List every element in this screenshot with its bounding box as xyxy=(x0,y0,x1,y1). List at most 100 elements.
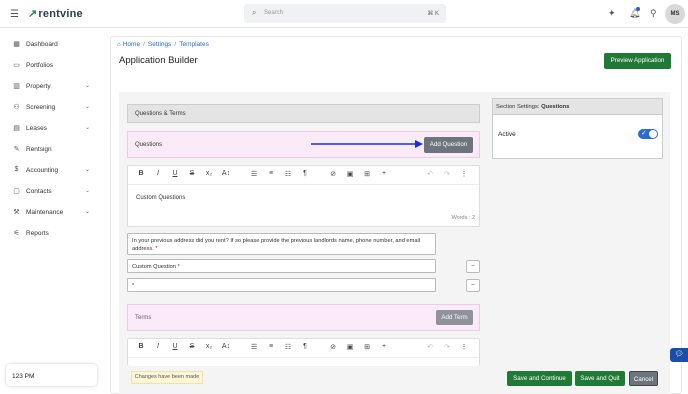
subscript-icon[interactable]: x₂ xyxy=(204,170,214,177)
chevron-down-icon: ⌄ xyxy=(84,209,90,215)
section-settings-heading: Section Settings: Questions xyxy=(493,99,662,115)
search-box[interactable]: ⌕ Search ⌘ K xyxy=(244,4,446,23)
breadcrumb-settings[interactable]: Settings xyxy=(148,41,172,48)
save-and-quit-button[interactable]: Save and Quit xyxy=(575,371,625,386)
search-icon: ⌕ xyxy=(252,8,257,17)
folder-icon: ▭ xyxy=(13,62,20,69)
logo-mark-icon: ↗ xyxy=(28,8,38,20)
user-switch-icon[interactable]: ⚲ xyxy=(650,8,657,19)
strikethrough-icon[interactable]: S xyxy=(187,343,197,350)
list-icon[interactable]: ☷ xyxy=(283,170,293,178)
bold-icon[interactable]: B xyxy=(136,170,146,177)
avatar[interactable]: MS xyxy=(665,4,685,24)
align-left-icon[interactable]: ☰ xyxy=(249,343,259,351)
remove-question-button[interactable]: – xyxy=(466,260,480,273)
active-toggle[interactable]: ✓ xyxy=(638,129,658,139)
cancel-button[interactable]: Cancel xyxy=(629,371,658,386)
table-icon[interactable]: ⊞ xyxy=(362,170,372,178)
question-prompt-field[interactable]: In your previous address did you rent? I… xyxy=(127,233,436,255)
editor-content[interactable]: Custom Questions xyxy=(136,195,185,201)
breadcrumb-templates[interactable]: Templates xyxy=(179,41,209,48)
editor-toolbar: B I U S x₂ A↕ ☰ ≡ ☷ ¶ ⊘ ▣ ⊞ + ↶ ↷ ⋮ xyxy=(128,339,479,358)
chevron-down-icon: ⌄ xyxy=(84,167,90,173)
check-icon: ✓ xyxy=(641,130,647,137)
list-icon[interactable]: ☷ xyxy=(283,343,293,351)
lease-icon: ▤ xyxy=(13,125,20,132)
section-header[interactable]: Questions & Terms xyxy=(127,104,480,123)
add-question-button[interactable]: Add Question xyxy=(424,137,473,153)
insert-icon[interactable]: + xyxy=(379,170,389,177)
italic-icon[interactable]: I xyxy=(153,170,163,177)
terms-label: Terms xyxy=(135,315,152,321)
align-center-icon[interactable]: ≡ xyxy=(266,170,276,177)
paragraph-icon[interactable]: ¶ xyxy=(300,170,310,177)
subscript-icon[interactable]: x₂ xyxy=(204,343,214,350)
redo-icon[interactable]: ↷ xyxy=(442,170,452,178)
undo-icon[interactable]: ↶ xyxy=(425,343,435,351)
chevron-down-icon: ⌄ xyxy=(84,188,90,194)
redo-icon[interactable]: ↷ xyxy=(442,343,452,351)
font-size-icon[interactable]: A↕ xyxy=(221,343,231,350)
breadcrumb: ⌂ Home / Settings / Templates xyxy=(117,41,209,48)
sparkle-icon[interactable]: ✦ xyxy=(608,8,616,19)
dollar-icon: $ xyxy=(14,166,19,173)
hamburger-menu-icon[interactable]: ☰ xyxy=(10,9,19,20)
italic-icon[interactable]: I xyxy=(153,343,163,350)
toggle-knob xyxy=(649,130,657,138)
changes-notice: Changes have been made xyxy=(131,371,203,384)
image-icon[interactable]: ▣ xyxy=(345,170,355,178)
align-left-icon[interactable]: ☰ xyxy=(249,170,259,178)
wrench-icon: ⚒ xyxy=(13,209,20,216)
sidebar-item-rentsign[interactable]: ✎ Rentsign xyxy=(12,143,94,157)
rich-text-editor[interactable]: B I U S x₂ A↕ ☰ ≡ ☷ ¶ ⊘ ▣ ⊞ + ↶ ↷ ⋮ Cust… xyxy=(127,165,480,227)
save-and-continue-button[interactable]: Save and Continue xyxy=(507,371,572,386)
signature-icon: ✎ xyxy=(13,146,20,153)
sidebar-item-dashboard[interactable]: ▦ Dashboard xyxy=(12,38,94,52)
chevron-down-icon: ⌄ xyxy=(84,104,90,110)
sidebar-item-screening[interactable]: ⚇ Screening ⌄ xyxy=(12,101,94,115)
table-icon[interactable]: ⊞ xyxy=(362,343,372,351)
sidebar-item-reports[interactable]: ⚟ Reports xyxy=(12,227,94,241)
custom-question-field[interactable]: Custom Question * xyxy=(127,259,436,273)
more-options-icon[interactable]: ⋮ xyxy=(459,343,469,351)
building-icon: ▥ xyxy=(13,83,20,90)
section-settings-panel: Section Settings: Questions Active ✓ xyxy=(492,98,663,159)
link-icon[interactable]: ⊘ xyxy=(328,170,338,178)
insert-icon[interactable]: + xyxy=(379,343,389,350)
sidebar-item-maintenance[interactable]: ⚒ Maintenance ⌄ xyxy=(12,206,94,220)
more-options-icon[interactable]: ⋮ xyxy=(459,170,469,178)
breadcrumb-separator: / xyxy=(143,41,145,48)
strikethrough-icon[interactable]: S xyxy=(187,170,197,177)
empty-question-field[interactable]: * xyxy=(127,278,436,292)
add-term-button[interactable]: Add Term xyxy=(436,310,473,325)
search-shortcut: ⌘ K xyxy=(427,11,439,17)
underline-icon[interactable]: U xyxy=(170,343,180,350)
remove-question-button[interactable]: – xyxy=(466,279,480,292)
font-size-icon[interactable]: A↕ xyxy=(221,170,231,177)
top-bar: ☰ ↗rentvine ⌕ Search ⌘ K ✦ 🔔︎ ⚲ MS xyxy=(0,0,688,28)
sidebar-item-property[interactable]: ▥ Property ⌄ xyxy=(12,80,94,94)
undo-icon[interactable]: ↶ xyxy=(425,170,435,178)
active-label: Active xyxy=(498,131,516,138)
notification-dot xyxy=(636,7,640,11)
breadcrumb-home[interactable]: Home xyxy=(123,41,140,48)
contacts-icon: ▢ xyxy=(13,188,20,195)
sidebar-item-contacts[interactable]: ▢ Contacts ⌄ xyxy=(12,185,94,199)
underline-icon[interactable]: U xyxy=(170,170,180,177)
image-icon[interactable]: ▣ xyxy=(345,343,355,351)
align-center-icon[interactable]: ≡ xyxy=(266,343,276,350)
time-widget[interactable]: 123 PM xyxy=(6,364,97,386)
bold-icon[interactable]: B xyxy=(136,343,146,350)
brand-logo[interactable]: ↗rentvine xyxy=(28,7,83,20)
chart-icon: ⚟ xyxy=(13,230,20,237)
sidebar-item-portfolios[interactable]: ▭ Portfolios xyxy=(12,59,94,73)
screening-icon: ⚇ xyxy=(13,104,20,111)
preview-application-button[interactable]: Preview Application xyxy=(604,53,671,69)
sidebar-item-leases[interactable]: ▤ Leases ⌄ xyxy=(12,122,94,136)
sidebar-item-accounting[interactable]: $ Accounting ⌄ xyxy=(12,164,94,178)
terms-editor[interactable]: B I U S x₂ A↕ ☰ ≡ ☷ ¶ ⊘ ▣ ⊞ + ↶ ↷ ⋮ xyxy=(127,338,480,366)
word-count: Words : 2 xyxy=(451,215,475,221)
paragraph-icon[interactable]: ¶ xyxy=(300,343,310,350)
chat-widget-icon[interactable]: 💬︎ xyxy=(670,348,688,362)
link-icon[interactable]: ⊘ xyxy=(328,343,338,351)
